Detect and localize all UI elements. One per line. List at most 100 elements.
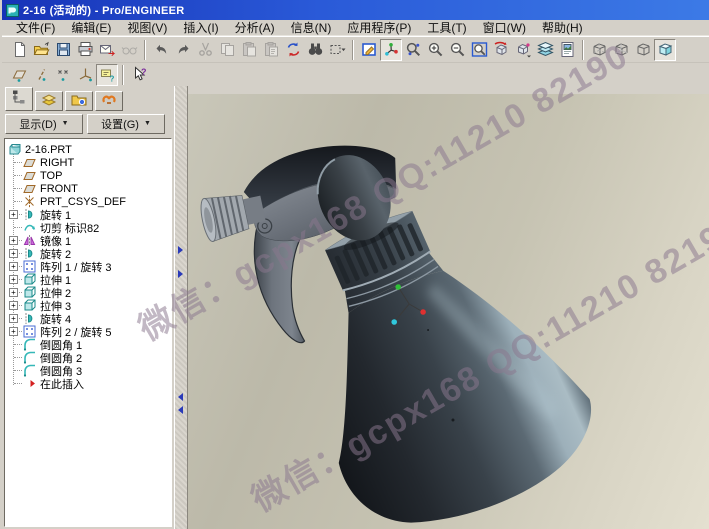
print-button[interactable] (74, 39, 96, 61)
cut-button[interactable] (194, 39, 216, 61)
new-file-button[interactable] (8, 39, 30, 61)
send-mail-button[interactable] (96, 39, 118, 61)
zoom-out-button[interactable] (446, 39, 468, 61)
tab-folder-browser[interactable] (65, 91, 93, 111)
sash-arrow-icon[interactable] (178, 246, 183, 254)
menu-item-4[interactable]: 插入(I) (175, 19, 226, 36)
tree-item[interactable]: +镜像 1 (5, 234, 171, 247)
insert-here-icon (23, 377, 37, 390)
sash-arrow-icon[interactable] (178, 270, 183, 278)
show-dropdown-button[interactable]: 显示(D) ▼ (5, 114, 83, 134)
sash-arrow-icon[interactable] (178, 393, 183, 401)
tree-item[interactable]: +拉伸 3 (5, 299, 171, 312)
expand-toggle[interactable]: + (9, 249, 18, 258)
bottle-cone (281, 232, 613, 529)
context-help-button[interactable]: ? (128, 64, 150, 86)
select-special-button[interactable] (326, 39, 348, 61)
shaded-button[interactable] (654, 39, 676, 61)
paste-button[interactable] (238, 39, 260, 61)
cut-icon (197, 41, 214, 58)
expand-toggle[interactable]: + (9, 275, 18, 284)
menu-item-5[interactable]: 分析(A) (227, 19, 283, 36)
model-scene[interactable] (188, 94, 709, 529)
revolve-icon (23, 208, 37, 221)
menu-item-8[interactable]: 工具(T) (419, 19, 474, 36)
view-manager-button[interactable] (556, 39, 578, 61)
annotations-button[interactable]: ? (96, 64, 118, 86)
menu-item-3[interactable]: 视图(V) (119, 19, 175, 36)
menu-item-9[interactable]: 窗口(W) (475, 19, 534, 36)
expand-toggle[interactable]: + (9, 327, 18, 336)
expand-toggle[interactable]: + (9, 236, 18, 245)
tree-item[interactable]: FRONT (5, 182, 171, 195)
tree-item[interactable]: PRT_CSYS_DEF (5, 195, 171, 208)
saved-views-button[interactable] (512, 39, 534, 61)
undo-button[interactable] (150, 39, 172, 61)
copy-button[interactable] (216, 39, 238, 61)
wireframe-button[interactable] (588, 39, 610, 61)
tree-item[interactable]: +拉伸 2 (5, 286, 171, 299)
tree-item[interactable]: 倒圆角 3 (5, 364, 171, 377)
datum-planes-button[interactable] (8, 64, 30, 86)
folder-browser-icon (71, 91, 87, 112)
navigator-sash[interactable] (174, 86, 188, 529)
menu-item-7[interactable]: 应用程序(P) (339, 19, 419, 36)
graphics-viewport[interactable] (188, 86, 709, 529)
settings-dropdown-button[interactable]: 设置(G) ▼ (87, 114, 165, 134)
tree-item[interactable]: 2-16.PRT (5, 143, 171, 156)
tree-item[interactable]: 倒圆角 1 (5, 338, 171, 351)
zoom-in-button[interactable] (424, 39, 446, 61)
svg-text:?: ? (141, 67, 147, 77)
tab-model-tree[interactable] (5, 87, 33, 111)
regenerate-button[interactable] (282, 39, 304, 61)
tree-item[interactable]: 倒圆角 2 (5, 351, 171, 364)
extrude-icon (23, 286, 37, 299)
expand-toggle[interactable]: + (9, 210, 18, 219)
refit-button[interactable] (468, 39, 490, 61)
open-file-button[interactable] (30, 39, 52, 61)
title-bar[interactable]: 2-16 (活动的) - Pro/ENGINEER (2, 0, 709, 20)
layers-button[interactable] (534, 39, 556, 61)
expand-toggle[interactable]: + (9, 314, 18, 323)
redo-button[interactable] (172, 39, 194, 61)
save-button[interactable] (52, 39, 74, 61)
erase-display-button[interactable] (118, 39, 140, 61)
tree-item[interactable]: 在此插入 (5, 377, 171, 390)
spin-center-button[interactable] (380, 39, 402, 61)
paste-special-button[interactable] (260, 39, 282, 61)
find-button[interactable] (304, 39, 326, 61)
orient-mode-button[interactable] (402, 39, 424, 61)
tab-favorites[interactable] (95, 91, 123, 111)
tree-item[interactable]: RIGHT (5, 156, 171, 169)
repaint-button[interactable] (358, 39, 380, 61)
datum-points-button[interactable] (52, 64, 74, 86)
tree-item[interactable]: +拉伸 1 (5, 273, 171, 286)
model-tree-panel[interactable]: 2-16.PRTRIGHTTOPFRONTPRT_CSYS_DEF+旋转 1切剪… (4, 138, 172, 527)
no-hidden-icon (635, 41, 652, 58)
tree-item[interactable]: TOP (5, 169, 171, 182)
context-help-icon: ? (131, 66, 148, 83)
reorient-button[interactable] (490, 39, 512, 61)
datum-axes-button[interactable] (30, 64, 52, 86)
annotations-icon: ? (99, 66, 116, 83)
datum-csys-button[interactable] (74, 64, 96, 86)
tab-layer-tree[interactable] (35, 91, 63, 111)
tree-item[interactable]: +阵列 2 / 旋转 5 (5, 325, 171, 338)
csys-axis-red (420, 309, 426, 315)
expand-toggle[interactable]: + (9, 301, 18, 310)
no-hidden-button[interactable] (632, 39, 654, 61)
pattern-icon (23, 260, 37, 273)
sash-arrow-icon[interactable] (178, 406, 183, 414)
expand-toggle[interactable]: + (9, 288, 18, 297)
menu-item-10[interactable]: 帮助(H) (534, 19, 591, 36)
revolve-icon (23, 312, 37, 325)
view-manager-icon (559, 41, 576, 58)
hidden-line-button[interactable] (610, 39, 632, 61)
tree-item[interactable]: 切剪 标识82 (5, 221, 171, 234)
extrude-icon (23, 273, 37, 286)
menu-item-2[interactable]: 编辑(E) (63, 19, 119, 36)
tree-item[interactable]: +阵列 1 / 旋转 3 (5, 260, 171, 273)
menu-item-6[interactable]: 信息(N) (283, 19, 340, 36)
expand-toggle[interactable]: + (9, 262, 18, 271)
menu-item-1[interactable]: 文件(F) (8, 19, 63, 36)
